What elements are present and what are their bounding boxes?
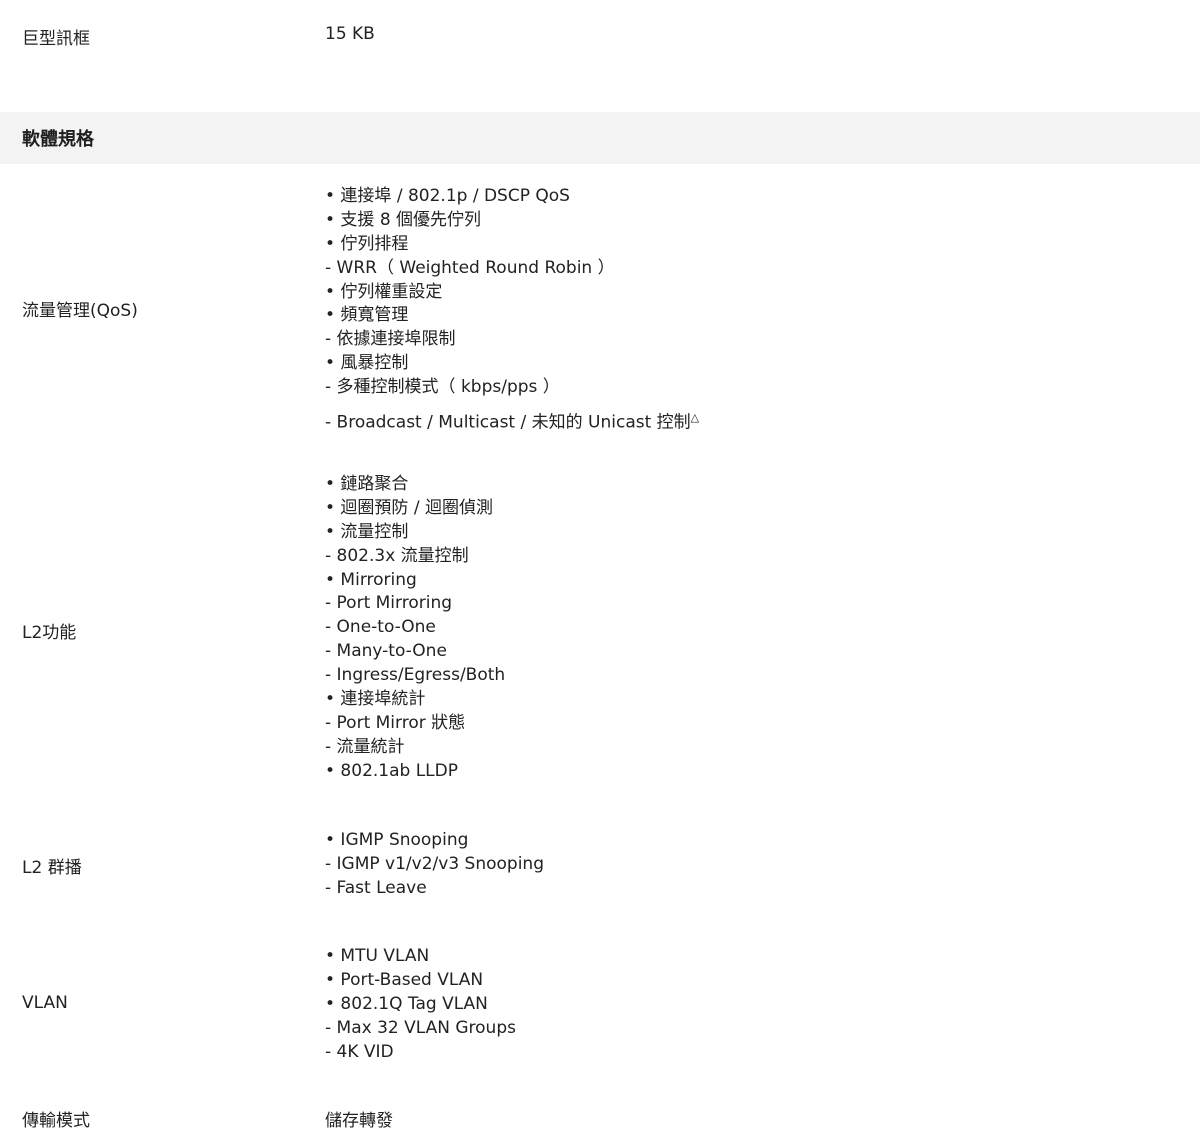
- spec-value-list: • MTU VLAN • Port-Based VLAN • 802.1Q Ta…: [325, 945, 516, 1064]
- list-item: • 迴圈預防 / 迴圈偵測: [325, 497, 493, 518]
- list-item: - 4K VID: [325, 1041, 394, 1062]
- list-item: - 多種控制模式（ kbps/pps ）: [325, 377, 560, 398]
- list-item: - Broadcast / Multicast / 未知的 Unicast 控制…: [325, 406, 700, 433]
- spec-value: 15 KB: [325, 24, 375, 44]
- section-header-software-spec: 軟體規格: [0, 112, 1200, 164]
- spec-value-list: • 鏈路聚合 • 迴圈預防 / 迴圈偵測 • 流量控制 - 802.3x 流量控…: [325, 473, 505, 784]
- spec-value-list: • IGMP Snooping - IGMP v1/v2/v3 Snooping…: [325, 829, 544, 901]
- spec-value-list: • 連接埠 / 802.1p / DSCP QoS • 支援 8 個優先佇列 •…: [325, 185, 700, 433]
- list-item: • 流量控制: [325, 521, 409, 542]
- spec-label: L2功能: [22, 623, 77, 643]
- spec-label: L2 群播: [22, 858, 82, 878]
- spec-label: 巨型訊框: [22, 29, 90, 49]
- list-item-text: - Broadcast / Multicast / 未知的 Unicast 控制: [325, 412, 691, 433]
- list-item: • 802.1Q Tag VLAN: [325, 993, 488, 1014]
- list-item: - Fast Leave: [325, 877, 427, 898]
- list-item: • 連接埠統計: [325, 689, 426, 710]
- list-item: • 連接埠 / 802.1p / DSCP QoS: [325, 186, 570, 206]
- footnote-mark: △: [690, 411, 700, 425]
- spec-label: 流量管理(QoS): [22, 301, 138, 321]
- spec-label: 傳輸模式: [22, 1111, 90, 1131]
- list-item: - WRR（ Weighted Round Robin ）: [325, 257, 615, 278]
- list-item: - Max 32 VLAN Groups: [325, 1017, 516, 1038]
- list-item: - Port Mirroring: [325, 593, 453, 614]
- spec-value: 儲存轉發: [325, 1111, 393, 1131]
- list-item: - One-to-One: [325, 617, 436, 638]
- list-item: • IGMP Snooping: [325, 830, 469, 850]
- list-item: • MTU VLAN: [325, 946, 430, 966]
- list-item: • Port-Based VLAN: [325, 969, 484, 990]
- list-item: • 頻寬管理: [325, 305, 409, 326]
- list-item: - Ingress/Egress/Both: [325, 665, 506, 686]
- section-title: 軟體規格: [22, 129, 94, 150]
- list-item: - 流量統計: [325, 736, 405, 757]
- list-item: • 支援 8 個優先佇列: [325, 209, 482, 230]
- list-item: - IGMP v1/v2/v3 Snooping: [325, 853, 544, 874]
- list-item: • 鏈路聚合: [325, 474, 409, 494]
- list-item: - 依據連接埠限制: [325, 329, 456, 350]
- list-item: - 802.3x 流量控制: [325, 545, 469, 566]
- list-item: - Many-to-One: [325, 641, 447, 662]
- list-item: - Port Mirror 狀態: [325, 712, 466, 733]
- list-item: • 佇列排程: [325, 233, 409, 254]
- list-item: • 風暴控制: [325, 353, 409, 374]
- list-item: • Mirroring: [325, 569, 417, 590]
- list-item: • 佇列權重設定: [325, 281, 443, 302]
- spec-label: VLAN: [22, 993, 68, 1013]
- list-item: • 802.1ab LLDP: [325, 760, 458, 781]
